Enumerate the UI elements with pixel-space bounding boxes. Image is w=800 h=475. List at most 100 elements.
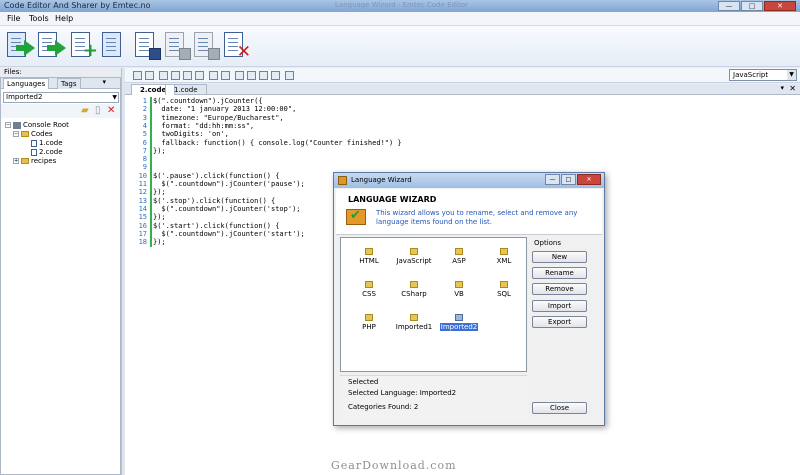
language-item-label: VB [454,290,464,298]
window-controls: — □ ✕ [718,1,796,11]
line-number: 13 [138,196,147,205]
folder-icon [21,158,29,164]
line-number: 1 [142,97,147,105]
language-item[interactable]: HTML [347,248,391,265]
dialog-minimize-button[interactable]: — [545,174,560,185]
save-button[interactable] [133,30,163,62]
copy-icon[interactable] [171,71,180,80]
maximize-button[interactable]: □ [741,1,763,11]
wizard-heading: LANGUAGE WIZARD [348,195,437,204]
line-number: 12 [138,188,147,197]
app-title-bar: Code Editor And Sharer by Emtec.no Langu… [0,0,800,12]
tree-node-codes[interactable]: − Codes [5,130,69,139]
new-button[interactable]: New [532,251,587,263]
language-item[interactable]: XML [482,248,526,265]
align-center-icon[interactable] [259,71,268,80]
panel-toolbar: ▰ ▯ ✕ [1,104,120,118]
language-folder-icon [365,314,373,321]
new-icon[interactable] [133,71,142,80]
export-document-button[interactable] [36,30,66,62]
panel-tabs: Languages Tags ▾ [1,78,120,89]
main-toolbar: + ✕ [0,26,800,67]
tree-node-file-1[interactable]: 1.code [5,139,69,148]
new-folder-icon[interactable]: ▰ [81,105,89,116]
line-number: 8 [142,155,147,164]
close-button[interactable]: Close [532,402,587,414]
code-line: $('.start').click(function() { [153,221,280,230]
delete-icon[interactable]: ✕ [107,105,115,116]
export-button[interactable]: Export [532,316,587,328]
line-number: 17 [138,229,147,238]
search-icon[interactable] [195,71,204,80]
tab-languages[interactable]: Languages [3,78,50,89]
selected-label: Selected [348,378,379,386]
indent-icon[interactable] [235,71,244,80]
code-line: }); [153,238,166,247]
remove-button[interactable]: Remove [532,283,587,295]
minimize-button[interactable]: — [718,1,740,11]
language-item[interactable]: Imported1 [392,314,436,331]
panel-menu-icon[interactable]: ▾ [102,78,106,86]
line-number: 9 [142,163,147,172]
dialog-close-button[interactable]: ✕ [577,174,601,185]
language-item[interactable]: SQL [482,281,526,298]
save-icon[interactable] [145,71,154,80]
files-label: Files: [4,68,22,76]
undo-icon[interactable] [209,71,218,80]
redo-icon[interactable] [221,71,230,80]
save-as-button[interactable] [192,30,222,62]
tab-list-icon[interactable]: ▾ [780,84,784,92]
language-item-label: CSharp [401,290,427,298]
menu-tools[interactable]: Tools [29,14,49,23]
chevron-down-icon: ▼ [112,94,117,101]
language-item[interactable]: Imported2 [437,314,481,331]
language-folder-icon [455,281,463,288]
close-window-button[interactable]: ✕ [764,1,796,11]
copy-document-button[interactable] [100,30,130,62]
format-icon[interactable] [285,71,294,80]
rename-button[interactable]: Rename [532,267,587,279]
align-right-icon[interactable] [271,71,280,80]
save-all-button[interactable] [163,30,193,62]
line-number: 5 [142,130,147,139]
dialog-title-bar: Language Wizard — □ ✕ [334,173,604,188]
tree-node-file-2[interactable]: 2.code [5,148,69,157]
line-number: 7 [142,146,147,155]
dialog-maximize-button[interactable]: □ [561,174,576,185]
language-item[interactable]: JavaScript [392,248,436,265]
language-item[interactable]: CSharp [392,281,436,298]
code-line: }); [153,213,166,222]
tree-node-root[interactable]: − Console Root [5,121,69,130]
app-title: Code Editor And Sharer by Emtec.no [4,1,151,10]
import-button[interactable]: Import [532,300,587,312]
language-dropdown[interactable]: Imported2 ▼ [3,92,119,103]
close-tab-icon[interactable]: ✕ [789,84,796,93]
wizard-icon [338,176,347,185]
change-marker [150,97,152,247]
menu-help[interactable]: Help [55,14,73,23]
open-document-button[interactable] [5,30,35,62]
language-item[interactable]: ASP [437,248,481,265]
syntax-language-dropdown[interactable]: JavaScript ▼ [729,69,797,81]
language-item-label: CSS [362,290,376,298]
code-line: $('.stop').click(function() { [153,196,276,205]
tree-node-recipes[interactable]: + recipes [5,157,69,166]
code-file-icon [31,139,37,147]
tab-1-code[interactable]: 1.code [165,84,207,95]
line-number: 16 [138,221,147,230]
delete-document-button[interactable]: ✕ [222,30,252,62]
syntax-language-value: JavaScript [733,71,769,79]
dialog-title: Language Wizard [351,176,412,184]
new-document-button[interactable]: + [69,30,99,62]
language-item[interactable]: PHP [347,314,391,331]
code-line: timezone: "Europe/Bucharest", [153,113,284,122]
language-item[interactable]: CSS [347,281,391,298]
menu-file[interactable]: File [7,14,20,23]
paste-icon[interactable] [183,71,192,80]
tab-tags[interactable]: Tags [57,78,81,89]
language-item[interactable]: VB [437,281,481,298]
code-line: date: "1 january 2013 12:00:00", [153,105,297,114]
new-file-icon[interactable]: ▯ [95,105,101,116]
cut-icon[interactable] [159,71,168,80]
align-left-icon[interactable] [247,71,256,80]
